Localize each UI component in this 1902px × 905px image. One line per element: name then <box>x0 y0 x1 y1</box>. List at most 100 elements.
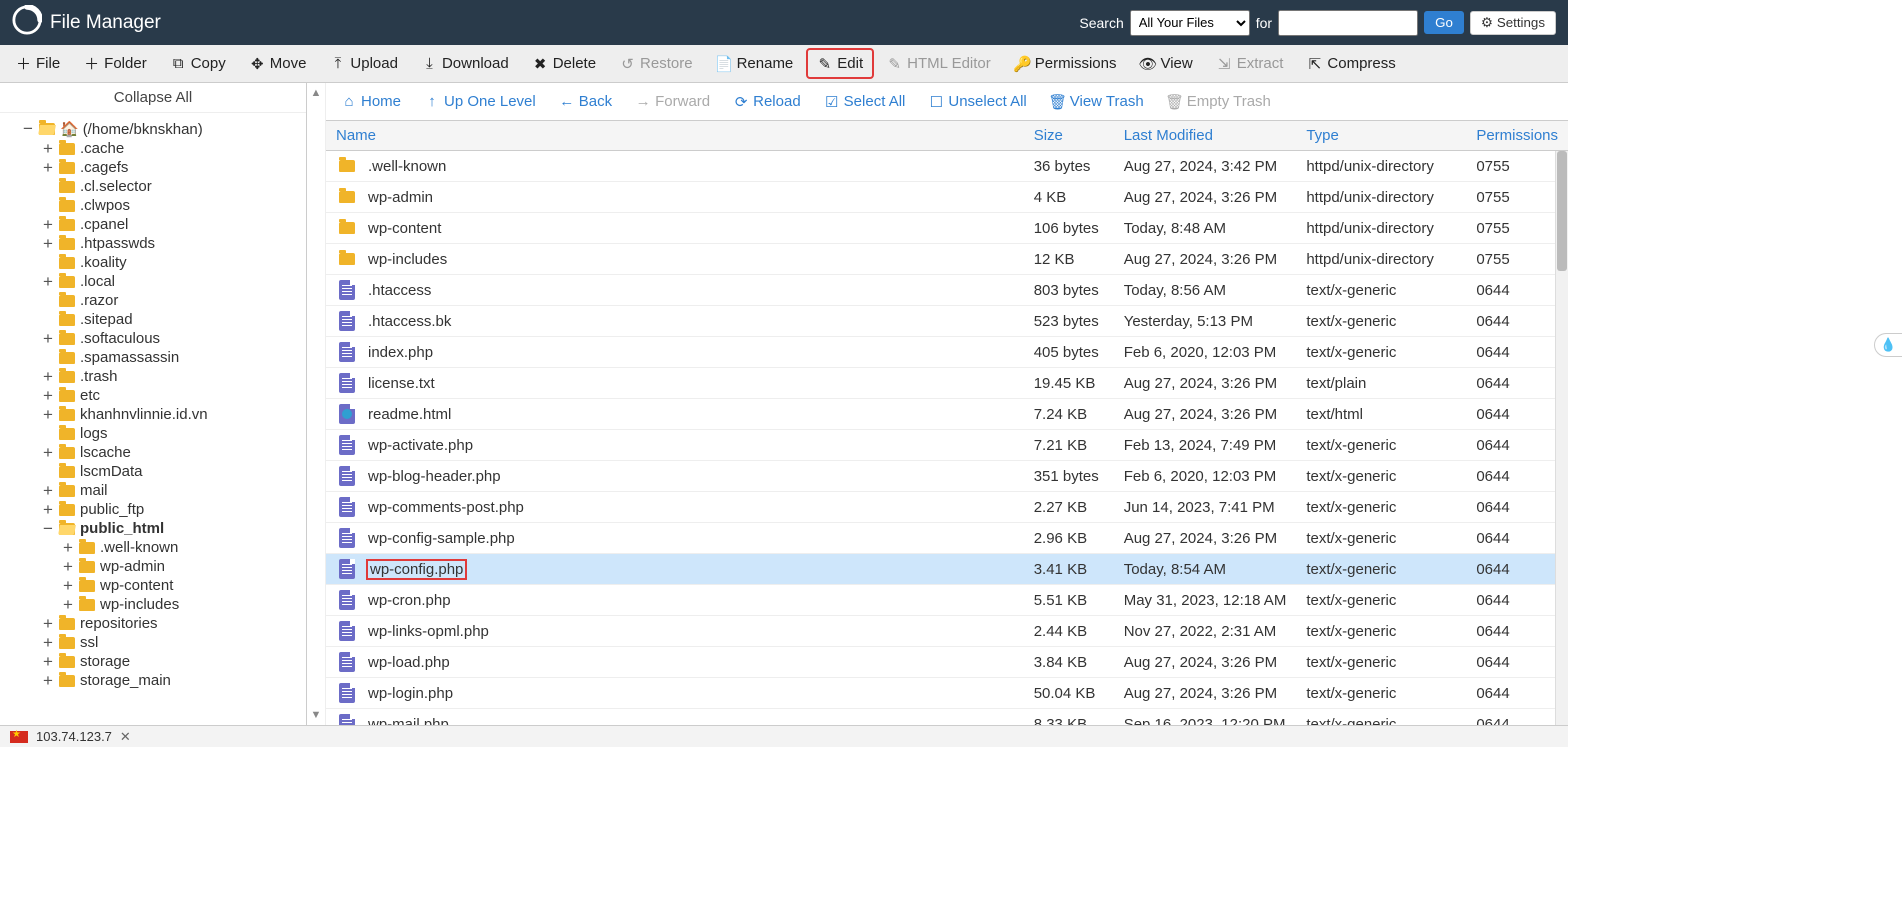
unselectall-button[interactable]: ☐Unselect All <box>919 87 1036 116</box>
collapse-all[interactable]: Collapse All <box>0 83 306 113</box>
table-row[interactable]: wp-config.php3.41 KBToday, 8:54 AMtext/x… <box>326 554 1568 585</box>
settings-button[interactable]: ⚙ Settings <box>1470 11 1556 35</box>
col-type[interactable]: Type <box>1296 121 1466 151</box>
expand-icon[interactable]: + <box>42 390 54 402</box>
expand-icon[interactable]: + <box>42 276 54 288</box>
download-button[interactable]: ⤓Download <box>412 49 519 78</box>
expand-icon[interactable]: + <box>62 561 74 573</box>
expand-icon[interactable]: + <box>42 409 54 421</box>
tree-item[interactable]: .sitepad <box>0 310 306 329</box>
tree-item[interactable]: logs <box>0 424 306 443</box>
tree-item[interactable]: +khanhnvlinnie.id.vn <box>0 405 306 424</box>
table-row[interactable]: wp-config-sample.php2.96 KBAug 27, 2024,… <box>326 523 1568 554</box>
col-size[interactable]: Size <box>1024 121 1114 151</box>
expand-icon[interactable]: + <box>42 447 54 459</box>
table-row[interactable]: wp-blog-header.php351 bytesFeb 6, 2020, … <box>326 461 1568 492</box>
tree-item[interactable]: +wp-includes <box>0 595 306 614</box>
table-row[interactable]: wp-admin4 KBAug 27, 2024, 3:26 PMhttpd/u… <box>326 182 1568 213</box>
go-button[interactable]: Go <box>1424 11 1464 34</box>
table-row[interactable]: wp-comments-post.php2.27 KBJun 14, 2023,… <box>326 492 1568 523</box>
tree-item[interactable]: +public_ftp <box>0 500 306 519</box>
tree-item[interactable]: +wp-content <box>0 576 306 595</box>
table-row[interactable]: wp-activate.php7.21 KBFeb 13, 2024, 7:49… <box>326 430 1568 461</box>
tree-item[interactable]: +.htpasswds <box>0 234 306 253</box>
expand-icon[interactable]: + <box>42 485 54 497</box>
table-row[interactable]: index.php405 bytesFeb 6, 2020, 12:03 PMt… <box>326 337 1568 368</box>
expand-icon[interactable]: + <box>42 219 54 231</box>
expand-icon[interactable]: + <box>62 542 74 554</box>
folder-button[interactable]: ＋Folder <box>74 49 157 78</box>
scroll-down-icon[interactable]: ▼ <box>311 709 322 721</box>
viewtrash-button[interactable]: 🗑View Trash <box>1041 87 1154 116</box>
tree-item[interactable]: +wp-admin <box>0 557 306 576</box>
tree-item[interactable]: +lscache <box>0 443 306 462</box>
tree-item[interactable]: +.trash <box>0 367 306 386</box>
table-row[interactable]: readme.html7.24 KBAug 27, 2024, 3:26 PMt… <box>326 399 1568 430</box>
tree-item[interactable]: .cl.selector <box>0 177 306 196</box>
view-button[interactable]: 👁View <box>1130 49 1202 78</box>
tree-item[interactable]: .razor <box>0 291 306 310</box>
tree-root[interactable]: − 🏠 (/home/bknskhan) <box>0 119 306 139</box>
expand-icon[interactable]: + <box>62 599 74 611</box>
table-scrollbar[interactable] <box>1555 151 1568 725</box>
up-button[interactable]: ↑Up One Level <box>415 87 546 116</box>
col-modified[interactable]: Last Modified <box>1114 121 1297 151</box>
tree-item[interactable]: lscmData <box>0 462 306 481</box>
selectall-button[interactable]: ☑Select All <box>815 87 916 116</box>
expand-icon[interactable]: + <box>42 675 54 687</box>
table-row[interactable]: wp-cron.php5.51 KBMay 31, 2023, 12:18 AM… <box>326 585 1568 616</box>
table-row[interactable]: .htaccess803 bytesToday, 8:56 AMtext/x-g… <box>326 275 1568 306</box>
tree-item[interactable]: +.softaculous <box>0 329 306 348</box>
tree-item[interactable]: +mail <box>0 481 306 500</box>
tree-item[interactable]: −public_html <box>0 519 306 538</box>
permissions-button[interactable]: 🔑Permissions <box>1005 49 1127 78</box>
rename-button[interactable]: 📄Rename <box>707 49 804 78</box>
move-button[interactable]: ✥Move <box>240 49 317 78</box>
tree-item[interactable]: +repositories <box>0 614 306 633</box>
expand-icon[interactable]: + <box>42 637 54 649</box>
table-row[interactable]: wp-content106 bytesToday, 8:48 AMhttpd/u… <box>326 213 1568 244</box>
expand-icon[interactable]: + <box>42 143 54 155</box>
expand-icon[interactable]: + <box>42 238 54 250</box>
table-row[interactable]: .htaccess.bk523 bytesYesterday, 5:13 PMt… <box>326 306 1568 337</box>
back-button[interactable]: ←Back <box>550 87 622 116</box>
table-row[interactable]: wp-load.php3.84 KBAug 27, 2024, 3:26 PMt… <box>326 647 1568 678</box>
tree-item[interactable]: +.cpanel <box>0 215 306 234</box>
upload-button[interactable]: ⤒Upload <box>320 49 408 78</box>
tree-item[interactable]: .koality <box>0 253 306 272</box>
search-scope-select[interactable]: All Your Files <box>1130 10 1250 36</box>
search-input[interactable] <box>1278 10 1418 36</box>
tree-item[interactable]: .spamassassin <box>0 348 306 367</box>
reload-button[interactable]: ⟳Reload <box>724 87 811 116</box>
table-row[interactable]: .well-known36 bytesAug 27, 2024, 3:42 PM… <box>326 151 1568 182</box>
tree-item[interactable]: +storage <box>0 652 306 671</box>
edit-button[interactable]: ✎Edit <box>807 49 873 78</box>
expand-icon[interactable]: + <box>42 656 54 668</box>
expand-icon[interactable]: − <box>22 123 34 135</box>
expand-icon[interactable]: + <box>42 504 54 516</box>
tree-item[interactable]: +.well-known <box>0 538 306 557</box>
table-row[interactable]: wp-links-opml.php2.44 KBNov 27, 2022, 2:… <box>326 616 1568 647</box>
tree-item[interactable]: +etc <box>0 386 306 405</box>
tree-item[interactable]: +ssl <box>0 633 306 652</box>
expand-icon[interactable]: + <box>42 162 54 174</box>
tree-item[interactable]: +.cagefs <box>0 158 306 177</box>
home-button[interactable]: ⌂Home <box>332 87 411 116</box>
col-permissions[interactable]: Permissions <box>1466 121 1568 151</box>
expand-icon[interactable]: + <box>42 618 54 630</box>
tree-item[interactable]: +.local <box>0 272 306 291</box>
delete-button[interactable]: ✖Delete <box>523 49 606 78</box>
file-button[interactable]: ＋File <box>6 49 70 78</box>
table-row[interactable]: wp-includes12 KBAug 27, 2024, 3:26 PMhtt… <box>326 244 1568 275</box>
tree-item[interactable]: +.cache <box>0 139 306 158</box>
table-row[interactable]: wp-login.php50.04 KBAug 27, 2024, 3:26 P… <box>326 678 1568 709</box>
copy-button[interactable]: ⧉Copy <box>161 49 236 78</box>
compress-button[interactable]: ⇱Compress <box>1297 49 1405 78</box>
expand-icon[interactable]: + <box>42 371 54 383</box>
tree-item[interactable]: +storage_main <box>0 671 306 690</box>
expand-icon[interactable]: + <box>62 580 74 592</box>
table-row[interactable]: license.txt19.45 KBAug 27, 2024, 3:26 PM… <box>326 368 1568 399</box>
scroll-up-icon[interactable]: ▲ <box>311 87 322 99</box>
tree-item[interactable]: .clwpos <box>0 196 306 215</box>
table-row[interactable]: wp-mail.php8.33 KBSep 16, 2023, 12:20 PM… <box>326 709 1568 726</box>
